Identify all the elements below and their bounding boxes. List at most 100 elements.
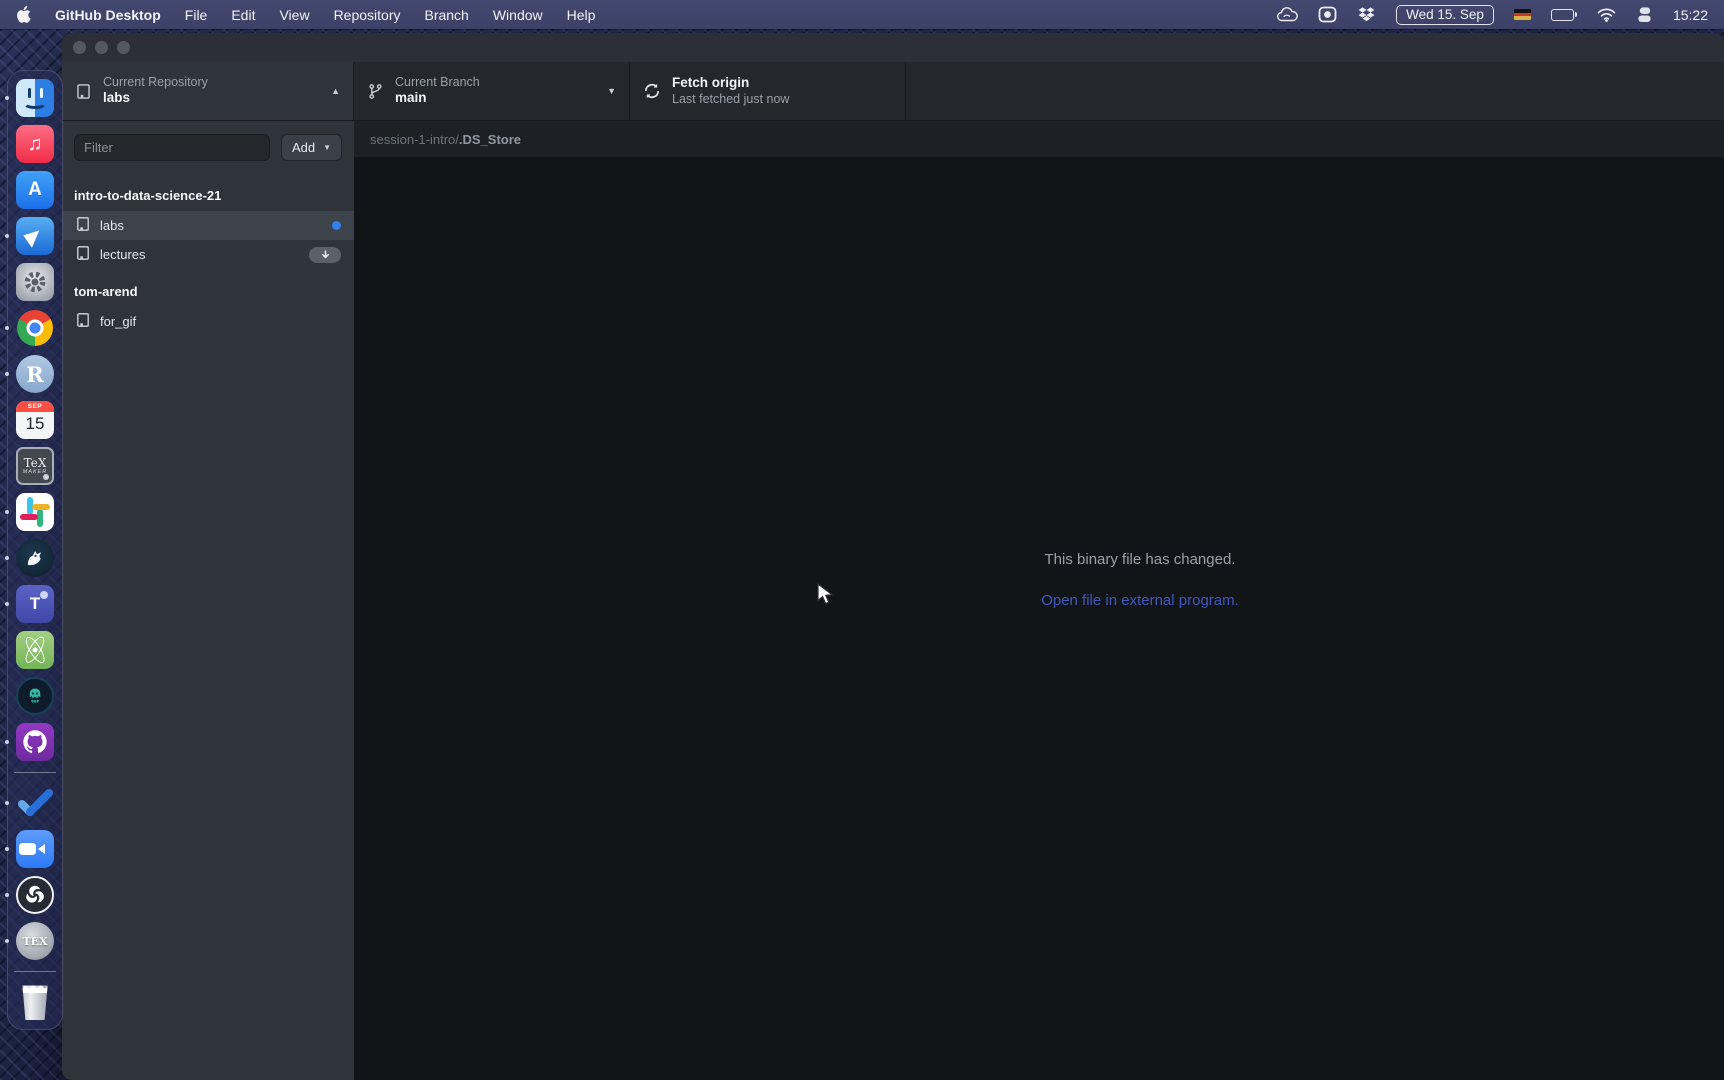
running-indicator <box>5 510 9 514</box>
apple-music-icon: ♫ <box>16 125 54 163</box>
menu-branch[interactable]: Branch <box>424 7 468 23</box>
texmaker-icon: TeX MAKER <box>16 447 54 485</box>
filter-input[interactable] <box>74 134 270 161</box>
current-branch-value: main <box>395 90 480 107</box>
fetch-origin-button[interactable]: Fetch origin Last fetched just now <box>630 62 906 120</box>
repo-book-icon <box>75 312 91 331</box>
menu-repository[interactable]: Repository <box>334 7 401 23</box>
menu-date[interactable]: Wed 15. Sep <box>1396 5 1494 25</box>
dock-calendar[interactable]: SEP 15 <box>16 401 54 439</box>
window-titlebar[interactable] <box>62 33 1724 62</box>
repo-book-icon <box>75 245 91 264</box>
macos-menu-bar: GitHub Desktop File Edit View Repository… <box>0 0 1724 29</box>
dock-app-store[interactable]: A <box>16 171 54 209</box>
dock-goat-app[interactable] <box>16 539 54 577</box>
menu-window[interactable]: Window <box>493 7 543 23</box>
menu-edit[interactable]: Edit <box>231 7 255 23</box>
dock-mail-paperplane[interactable] <box>16 217 54 255</box>
menu-clock[interactable]: 15:22 <box>1673 7 1708 23</box>
app-toolbar: Current Repository labs ▲ Current Branch… <box>62 62 1724 121</box>
atom-icon <box>16 631 54 669</box>
dock-texmaker[interactable]: TeX MAKER <box>16 447 54 485</box>
menu-file[interactable]: File <box>185 7 208 23</box>
dock-r-project[interactable]: R <box>16 355 54 393</box>
dock-ms-teams[interactable]: T <box>16 585 54 623</box>
toolbar-spacer <box>906 62 1724 120</box>
open-external-link[interactable]: Open file in external program. <box>1041 592 1239 609</box>
unpushed-changes-dot <box>332 221 341 230</box>
dock-divider <box>14 971 56 972</box>
mouse-cursor <box>816 583 838 612</box>
repo-row-labs[interactable]: labs <box>62 211 354 240</box>
add-repository-button[interactable]: Add▼ <box>281 134 342 161</box>
repo-row-for-gif[interactable]: for_gif <box>62 307 354 336</box>
dock-chrome[interactable] <box>16 309 54 347</box>
current-repository-value: labs <box>103 90 208 107</box>
running-indicator <box>5 602 9 606</box>
teams-icon: T <box>16 585 54 623</box>
running-indicator <box>5 801 9 805</box>
finder-icon <box>16 79 54 117</box>
dock-obs[interactable] <box>16 876 54 914</box>
dock-atom[interactable] <box>16 631 54 669</box>
battery-icon[interactable] <box>1551 9 1577 21</box>
repo-book-icon <box>75 216 91 235</box>
github-desktop-window: Current Repository labs ▲ Current Branch… <box>62 33 1724 1080</box>
wifi-icon[interactable] <box>1597 8 1616 22</box>
dropbox-icon[interactable] <box>1357 6 1376 24</box>
dock-slack[interactable] <box>16 493 54 531</box>
running-indicator <box>5 556 9 560</box>
dock-ms-todo[interactable] <box>16 784 54 822</box>
dock-github-desktop[interactable] <box>16 723 54 761</box>
git-branch-icon <box>367 83 384 100</box>
running-indicator <box>5 372 9 376</box>
repo-row-lectures[interactable]: lectures <box>62 240 354 269</box>
status-pills-icon[interactable] <box>1636 6 1653 23</box>
repo-group-header: intro-to-data-science-21 <box>62 173 354 211</box>
menu-help[interactable]: Help <box>567 7 596 23</box>
repository-list-panel: Add▼ intro-to-data-science-21 labs lectu… <box>62 121 354 1080</box>
running-indicator <box>5 326 9 330</box>
running-indicator <box>5 893 9 897</box>
running-indicator <box>5 847 9 851</box>
running-indicator <box>5 234 9 238</box>
dock-system-preferences[interactable] <box>16 263 54 301</box>
dock-texshop[interactable]: TEX <box>16 922 54 960</box>
binary-changed-text: This binary file has changed. <box>1041 551 1239 568</box>
keyboard-layout-flag-icon[interactable] <box>1514 9 1531 20</box>
menu-app-name[interactable]: GitHub Desktop <box>55 7 161 23</box>
maximize-window-button[interactable] <box>117 41 130 54</box>
dock-finder[interactable] <box>16 79 54 117</box>
current-repository-label: Current Repository <box>103 75 208 91</box>
current-branch-label: Current Branch <box>395 75 480 91</box>
goat-head-icon <box>16 539 54 577</box>
breadcrumb-file: .DS_Store <box>459 132 521 147</box>
obs-swirl-icon <box>16 876 54 914</box>
chevron-down-icon: ▼ <box>323 143 331 152</box>
repo-book-icon <box>75 83 92 100</box>
octocat-icon <box>16 723 54 761</box>
screen-recording-icon[interactable] <box>1318 6 1337 23</box>
r-project-icon: R <box>16 355 54 393</box>
dock-divider <box>14 772 56 773</box>
clone-download-badge <box>309 247 341 263</box>
apple-logo-icon[interactable] <box>16 6 31 23</box>
minimize-window-button[interactable] <box>95 41 108 54</box>
dock-zoom[interactable] <box>16 830 54 868</box>
fetch-origin-subtitle: Last fetched just now <box>672 92 789 108</box>
menu-view[interactable]: View <box>279 7 309 23</box>
current-repository-dropdown[interactable]: Current Repository labs ▲ <box>62 62 354 120</box>
dock-gitkraken[interactable] <box>16 677 54 715</box>
sync-icon <box>643 82 661 100</box>
current-branch-dropdown[interactable]: Current Branch main ▼ <box>354 62 630 120</box>
breadcrumb: session-1-intro/.DS_Store <box>354 121 1724 157</box>
macos-dock: ♫ A R SEP 15 TeX MAKER T <box>7 70 63 1030</box>
diff-content-area: session-1-intro/.DS_Store This binary fi… <box>354 121 1724 1080</box>
trash-icon <box>20 984 50 1020</box>
cloud-icon[interactable] <box>1276 7 1298 23</box>
dock-trash[interactable] <box>16 983 54 1021</box>
dock-apple-music[interactable]: ♫ <box>16 125 54 163</box>
close-window-button[interactable] <box>73 41 86 54</box>
running-indicator <box>5 939 9 943</box>
paper-plane-icon <box>16 217 54 255</box>
